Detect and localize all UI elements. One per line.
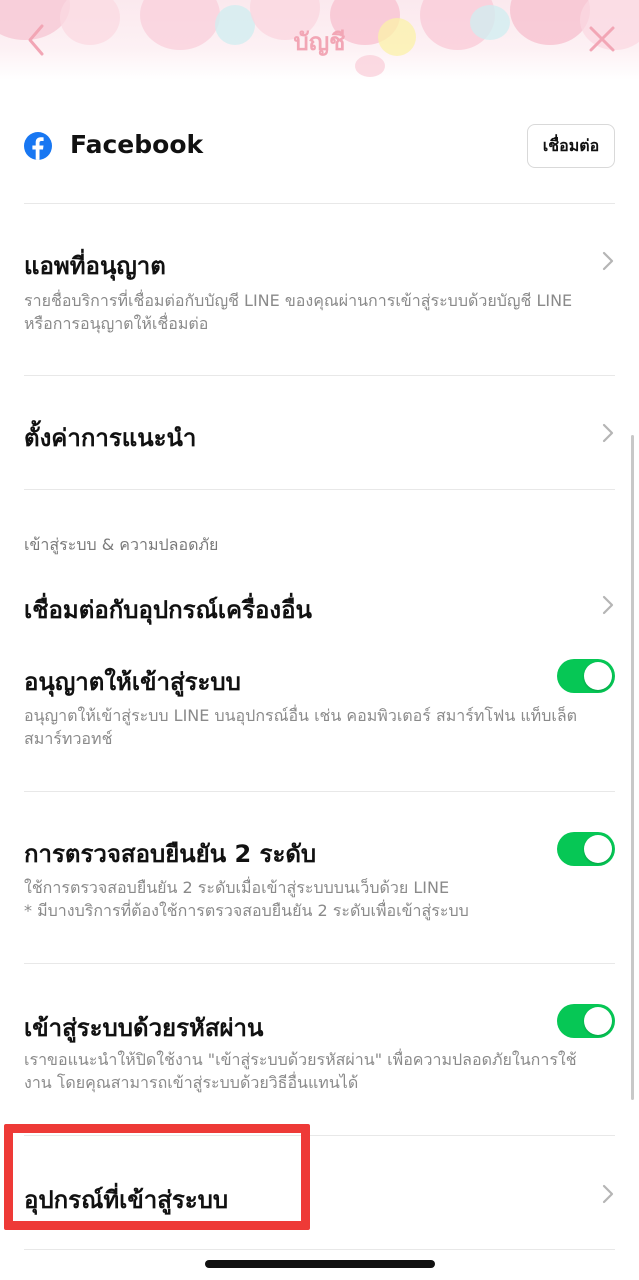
page-title: บัญชี [293,28,346,56]
section-label-login-security: เข้าสู่ระบบ & ความปลอดภัย [24,535,219,554]
toggle-knob [584,662,612,690]
chevron-right-icon [602,595,614,615]
recommendation-settings-row[interactable]: ตั้งค่าการแนะนำ [0,376,639,490]
close-icon [589,26,615,52]
two-step-verification-title: การตรวจสอบยืนยัน 2 ระดับ [24,840,317,868]
facebook-label: Facebook [70,130,204,159]
password-login-row: เข้าสู่ระบบด้วยรหัสผ่าน เราขอแนะนำให้ปิด… [0,964,639,1136]
allow-login-description: อนุญาตให้เข้าสู่ระบบ LINE บนอุปกรณ์อื่น … [24,706,578,748]
facebook-row: Facebook เชื่อมต่อ [0,80,639,204]
password-login-title: เข้าสู่ระบบด้วยรหัสผ่าน [24,1014,264,1042]
authorized-apps-row[interactable]: แอพที่อนุญาต รายชื่อบริการที่เชื่อมต่อกั… [0,204,639,376]
divider [24,489,615,490]
authorized-apps-description: รายชื่อบริการที่เชื่อมต่อกับบัญชี LINE ข… [24,291,573,333]
divider [24,1249,615,1250]
connect-other-device-row[interactable]: เชื่อมต่อกับอุปกรณ์เครื่องอื่น [0,570,639,640]
toggle-knob [584,835,612,863]
allow-login-row: อนุญาตให้เข้าสู่ระบบ อนุญาตให้เข้าสู่ระบ… [0,640,639,790]
toggle-knob [584,1007,612,1035]
home-indicator [205,1260,435,1268]
chevron-right-icon [602,423,614,443]
chevron-right-icon [602,251,614,271]
two-step-verification-toggle[interactable] [557,832,615,866]
password-login-description: เราขอแนะนำให้ปิดใช้งาน "เข้าสู่ระบบด้วยร… [24,1050,577,1092]
chevron-right-icon [602,1184,614,1204]
facebook-icon [24,132,52,160]
authorized-apps-title: แอพที่อนุญาต [24,252,166,280]
allow-login-title: อนุญาตให้เข้าสู่ระบบ [24,668,241,696]
password-login-toggle[interactable] [557,1004,615,1038]
highlight-annotation-box [4,1124,310,1230]
two-step-verification-description-line1: ใช้การตรวจสอบยืนยัน 2 ระดับเมื่อเข้าสู่ร… [24,878,450,897]
allow-login-toggle[interactable] [557,659,615,693]
header-bar: บัญชี [0,0,639,80]
connect-other-device-title: เชื่อมต่อกับอุปกรณ์เครื่องอื่น [24,596,312,624]
two-step-verification-description-line2: * มีบางบริการที่ต้องใช้การตรวจสอบยืนยัน … [24,901,469,920]
recommendation-settings-title: ตั้งค่าการแนะนำ [24,424,197,452]
scrollbar[interactable] [631,435,634,1100]
two-step-verification-row: การตรวจสอบยืนยัน 2 ระดับ ใช้การตรวจสอบยื… [0,792,639,964]
close-button[interactable] [587,24,617,54]
facebook-connect-button[interactable]: เชื่อมต่อ [527,124,615,168]
